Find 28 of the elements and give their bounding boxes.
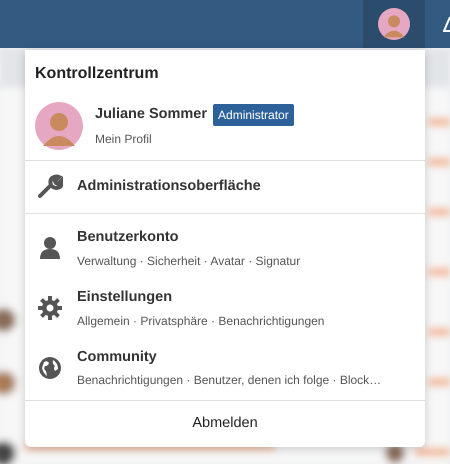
wrench-icon	[37, 174, 63, 200]
section-link[interactable]: Community	[77, 346, 157, 368]
blurred-text	[428, 158, 450, 166]
blurred-avatar	[0, 308, 16, 332]
blurred-text	[428, 118, 450, 126]
role-badge: Administrator	[213, 104, 294, 126]
profile-link[interactable]: Mein Profil	[95, 130, 152, 148]
section-link[interactable]: Benutzerkonto	[77, 227, 178, 249]
blurred-text	[428, 328, 450, 336]
menu-title: Kontrollzentrum	[34, 64, 160, 84]
blurred-text	[428, 378, 450, 386]
blurred-avatar	[0, 371, 16, 395]
admin-link[interactable]: Administrationsoberfläche	[25, 161, 425, 213]
user-name: Juliane Sommer	[95, 105, 208, 124]
section-links: Benachrichtigungen · Benutzer, denen ich folge · Block…	[77, 372, 382, 390]
profile-avatar	[35, 102, 83, 150]
logout-button[interactable]: Abmelden	[192, 413, 258, 435]
avatar-image	[378, 8, 410, 40]
section-links: Verwaltung · Sicherheit · Avatar · Signatur	[77, 252, 300, 270]
blurred-avatar	[0, 441, 16, 464]
globe-icon	[38, 356, 62, 380]
user-icon	[39, 236, 61, 260]
blurred-text	[415, 448, 450, 456]
section-links: Allgemein · Privatsphäre · Benachrichtigungen	[77, 312, 324, 330]
section-link[interactable]: Einstellungen	[77, 286, 172, 308]
blurred-text	[428, 268, 450, 276]
avatar-button[interactable]	[363, 0, 425, 48]
blurred-text	[428, 208, 450, 216]
